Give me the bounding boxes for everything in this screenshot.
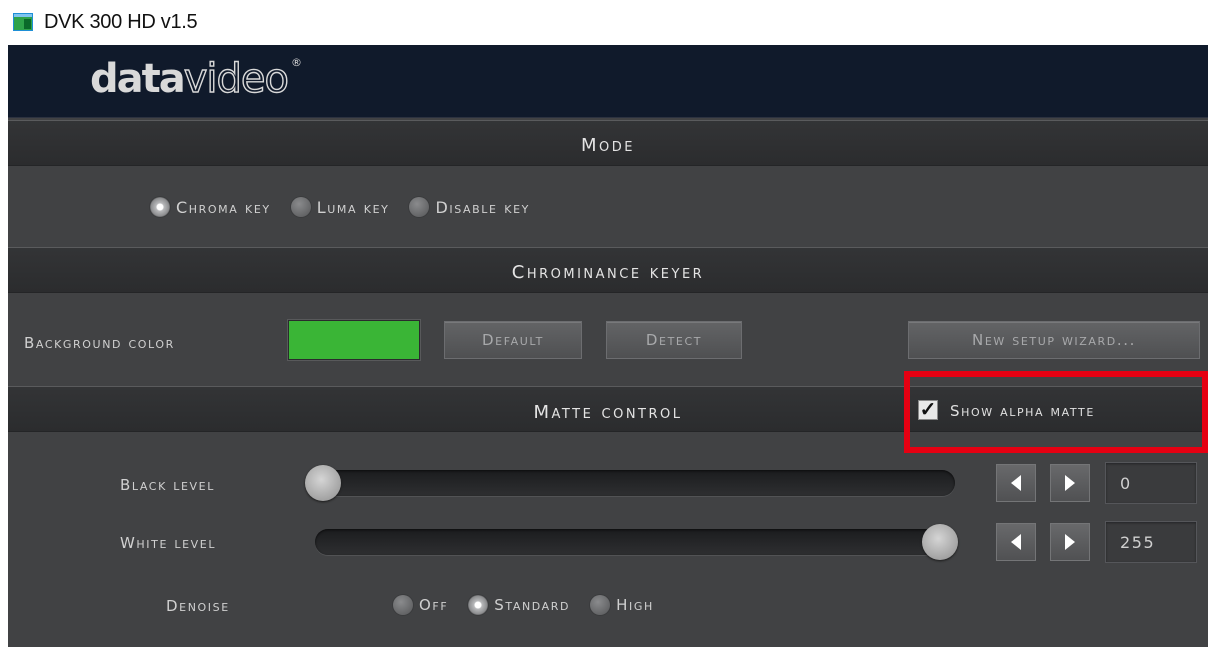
radio-indicator[interactable]	[290, 197, 311, 217]
background-color-label: Background color	[24, 334, 175, 352]
white-level-slider-thumb[interactable]	[922, 524, 958, 560]
mode-section-title: Mode	[581, 135, 635, 156]
radio-selected-indicator[interactable]	[150, 197, 170, 217]
new-setup-wizard-label: New setup wizard...	[972, 331, 1136, 349]
chrominance-section-title: Chrominance keyer	[511, 262, 705, 283]
white-level-label: White level	[120, 534, 217, 552]
radio-denoise-standard[interactable]: Standard	[468, 595, 570, 615]
radio-denoise-off[interactable]: Off	[393, 595, 448, 615]
app-header: datavideo ®	[8, 45, 1208, 118]
window-title: DVK 300 HD v1.5	[44, 11, 198, 33]
default-button[interactable]: Default	[444, 321, 582, 359]
black-level-value: 0	[1120, 473, 1132, 493]
datavideo-logo: datavideo ®	[90, 56, 303, 102]
radio-label: Standard	[494, 596, 571, 614]
detect-button[interactable]: Detect	[606, 321, 742, 359]
denoise-radio-group: Off Standard High	[393, 595, 674, 615]
detect-button-label: Detect	[645, 331, 703, 349]
black-level-decrement-button[interactable]	[996, 464, 1036, 502]
arrow-left-icon	[1011, 475, 1021, 491]
white-level-decrement-button[interactable]	[996, 523, 1036, 561]
radio-denoise-high[interactable]: High	[590, 595, 654, 615]
highlight-box	[904, 371, 1208, 453]
mode-radio-group: Chroma key Luma key Disable key	[150, 197, 550, 217]
black-level-slider-thumb[interactable]	[305, 465, 341, 501]
black-level-slider[interactable]	[315, 470, 955, 496]
radio-disable-key[interactable]: Disable key	[409, 197, 529, 217]
arrow-left-icon	[1011, 534, 1021, 550]
arrow-right-icon	[1065, 475, 1075, 491]
black-level-label: Black level	[120, 476, 215, 494]
radio-indicator[interactable]	[409, 197, 430, 217]
white-level-increment-button[interactable]	[1050, 523, 1090, 561]
app-window-icon	[13, 13, 33, 31]
black-level-value-field[interactable]: 0	[1105, 462, 1197, 504]
denoise-label: Denoise	[166, 597, 230, 615]
radio-selected-indicator[interactable]	[468, 595, 489, 615]
new-setup-wizard-button[interactable]: New setup wizard...	[908, 321, 1200, 359]
white-level-slider[interactable]	[315, 529, 955, 555]
window-titlebar: DVK 300 HD v1.5	[0, 0, 1208, 45]
background-color-swatch[interactable]	[288, 320, 420, 360]
default-button-label: Default	[482, 331, 544, 349]
arrow-right-icon	[1065, 534, 1075, 550]
white-level-value-field[interactable]: 255	[1105, 521, 1197, 563]
radio-label: Chroma key	[176, 197, 271, 217]
radio-label: Disable key	[435, 197, 530, 217]
radio-chroma-key[interactable]: Chroma key	[150, 197, 271, 217]
radio-indicator[interactable]	[393, 595, 413, 615]
keyer-panel: datavideo ® Mode Chroma key Luma key Dis…	[8, 45, 1208, 647]
radio-label: Off	[419, 596, 449, 614]
black-level-increment-button[interactable]	[1050, 464, 1090, 502]
white-level-value: 255	[1120, 532, 1156, 552]
radio-indicator[interactable]	[590, 595, 611, 615]
radio-label: Luma key	[316, 197, 390, 217]
radio-luma-key[interactable]: Luma key	[290, 197, 390, 217]
radio-label: High	[616, 596, 654, 614]
